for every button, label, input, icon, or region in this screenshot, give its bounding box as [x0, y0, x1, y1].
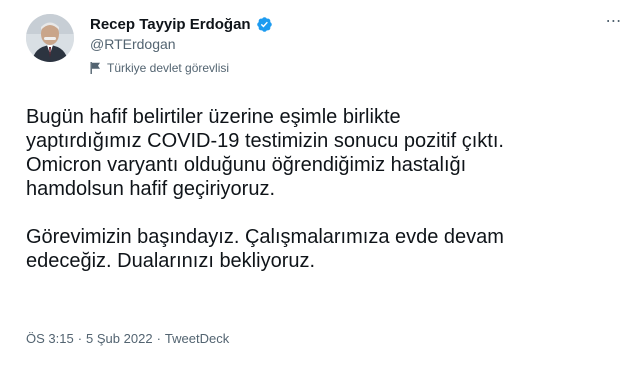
government-label: Türkiye devlet görevlisi — [90, 61, 229, 75]
tweet-card: Recep Tayyip Erdoğan @RTErdogan Türkiye … — [0, 0, 640, 368]
tweet-time-link[interactable]: ÖS 3:15 — [26, 331, 74, 346]
more-options-icon[interactable]: ⋯ — [601, 12, 627, 30]
avatar[interactable] — [26, 14, 74, 62]
meta-separator: · — [156, 331, 161, 346]
tweet-paragraph-2: Görevimizin başındayız. Çalışmalarımıza … — [26, 225, 626, 273]
tweet-line: yaptırdığımız COVID-19 testimizin sonucu… — [26, 130, 504, 152]
author-name-row: Recep Tayyip Erdoğan — [90, 14, 273, 34]
tweet-line: Omicron varyantı olduğunu öğrendiğimiz h… — [26, 154, 467, 176]
tweet-line: Görevimizin başındayız. Çalışmalarımıza … — [26, 226, 504, 248]
meta-separator: · — [77, 331, 83, 346]
author-handle[interactable]: @RTErdogan — [90, 36, 176, 52]
tweet-text: Bugün hafif belirtiler üzerine eşimle bi… — [26, 105, 626, 273]
tweet-metadata: ÖS 3:15 · 5 Şub 2022 · TweetDeck — [26, 331, 229, 346]
tweet-paragraph-1: Bugün hafif belirtiler üzerine eşimle bi… — [26, 105, 626, 201]
government-label-text[interactable]: Türkiye devlet görevlisi — [107, 61, 229, 75]
tweet-line: hamdolsun hafif geçiriyoruz. — [26, 178, 276, 200]
tweet-date-link[interactable]: 5 Şub 2022 — [86, 331, 153, 346]
tweet-line: edeceğiz. Dualarınızı bekliyoruz. — [26, 250, 316, 272]
tweet-source-link[interactable]: TweetDeck — [165, 331, 229, 346]
verified-badge-icon — [256, 16, 273, 33]
author-display-name[interactable]: Recep Tayyip Erdoğan — [90, 16, 251, 33]
tweet-line: Bugün hafif belirtiler üzerine eşimle bi… — [26, 106, 401, 128]
avatar-image — [26, 14, 74, 62]
flag-icon — [90, 62, 101, 74]
